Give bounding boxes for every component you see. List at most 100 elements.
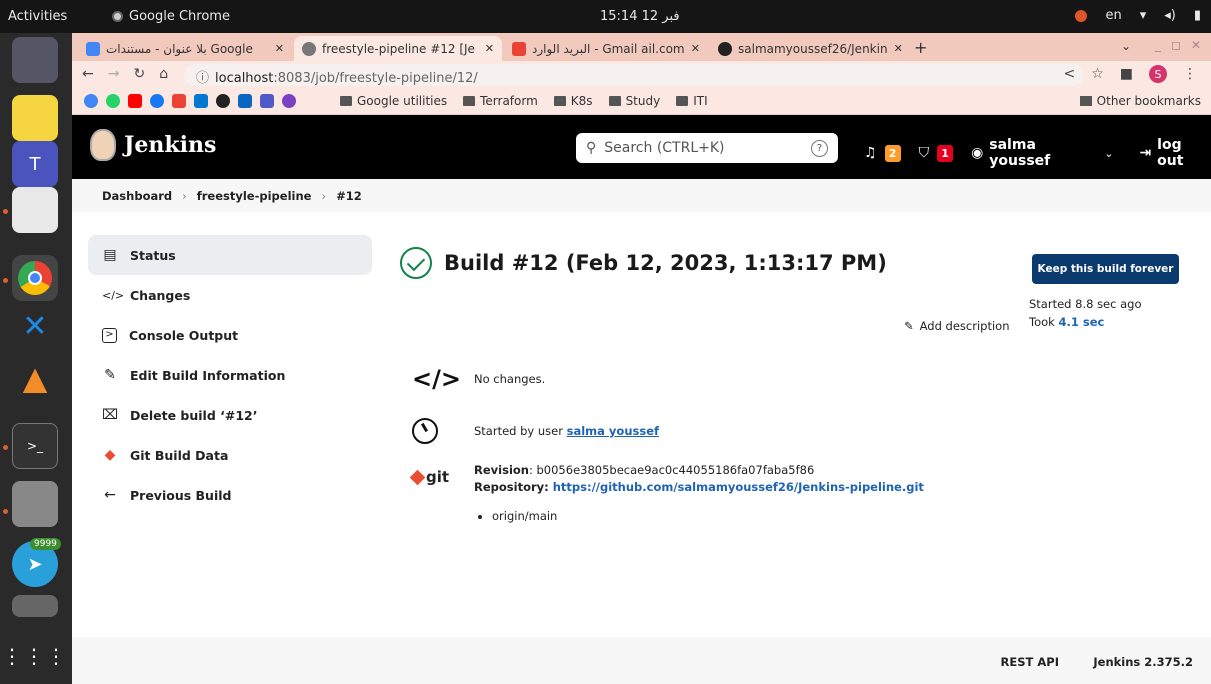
close-icon[interactable]: ✕ bbox=[275, 42, 284, 55]
side-item-console-output[interactable]: > Console Output bbox=[88, 315, 372, 355]
duration-link[interactable]: 4.1 sec bbox=[1058, 315, 1104, 329]
new-tab-button[interactable]: + bbox=[914, 38, 927, 57]
user-menu[interactable]: ◉ salma youssef ⌄ bbox=[971, 137, 1113, 169]
sidepanel-icon[interactable]: ■ bbox=[1120, 66, 1133, 82]
facebook-icon[interactable] bbox=[150, 94, 164, 108]
shield-icon[interactable]: ⛉ bbox=[919, 145, 930, 161]
outlook-icon[interactable] bbox=[194, 94, 208, 108]
bookmark-folder[interactable]: Terraform bbox=[463, 94, 538, 108]
dock-app-icon[interactable] bbox=[12, 37, 58, 83]
home-icon[interactable]: ⌂ bbox=[159, 66, 168, 82]
side-item-edit-build-information[interactable]: ✎ Edit Build Information bbox=[88, 355, 372, 395]
gmail-bookmark-icon[interactable] bbox=[172, 94, 186, 108]
success-check-icon bbox=[400, 247, 432, 279]
folder-icon bbox=[608, 96, 621, 106]
teams-icon[interactable]: T bbox=[12, 141, 58, 187]
bookmark-folder[interactable]: Google utilities bbox=[340, 94, 447, 108]
google-icon[interactable] bbox=[84, 94, 98, 108]
chrome-icon bbox=[112, 11, 123, 22]
bookmark-folder[interactable]: Study bbox=[608, 94, 660, 108]
share-icon[interactable]: < bbox=[1063, 66, 1075, 82]
document-icon: ▤ bbox=[103, 247, 117, 263]
linkedin-icon[interactable] bbox=[238, 94, 252, 108]
other-bookmarks[interactable]: Other bookmarks bbox=[1079, 94, 1201, 108]
youtube-icon[interactable] bbox=[128, 94, 142, 108]
help-icon[interactable]: ? bbox=[811, 139, 828, 157]
bookmark-folder[interactable]: ITI bbox=[676, 94, 708, 108]
side-item-label: Delete build ‘#12’ bbox=[130, 407, 258, 423]
repository-link[interactable]: https://github.com/salmamyoussef26/Jenki… bbox=[553, 480, 924, 494]
add-description-link[interactable]: ✎ Add description bbox=[904, 319, 1010, 333]
maximize-icon[interactable]: ◻ bbox=[1171, 38, 1181, 52]
forward-icon[interactable]: → bbox=[108, 66, 120, 82]
keep-build-forever-button[interactable]: Keep this build forever bbox=[1032, 254, 1179, 284]
side-item-status[interactable]: ▤ Status bbox=[88, 235, 372, 275]
breadcrumb: Dashboard › freestyle-pipeline › #12 bbox=[72, 179, 1211, 212]
logout-link[interactable]: ⇥ log out bbox=[1139, 137, 1211, 169]
rest-api-link[interactable]: REST API bbox=[1001, 655, 1059, 669]
vlc-icon[interactable]: ▲ bbox=[12, 355, 58, 401]
side-item-git-build-data[interactable]: ◆ Git Build Data bbox=[88, 435, 372, 475]
breadcrumb-separator-icon: › bbox=[321, 188, 327, 203]
bookmark-star-icon[interactable]: ☆ bbox=[1091, 66, 1104, 82]
reload-icon[interactable]: ↻ bbox=[133, 66, 145, 82]
breadcrumb-job[interactable]: freestyle-pipeline bbox=[197, 189, 312, 203]
bell-icon[interactable]: ♫ bbox=[864, 145, 877, 161]
bookmark-favicons bbox=[84, 94, 296, 108]
whatsapp-icon[interactable] bbox=[106, 94, 120, 108]
side-item-label: Git Build Data bbox=[130, 447, 229, 463]
jenkins-home-link[interactable]: Jenkins bbox=[90, 129, 216, 161]
system-tray[interactable]: en ▾ ◂) ▮ bbox=[1075, 8, 1201, 23]
folder-icon bbox=[463, 96, 476, 106]
minimize-icon[interactable]: _ bbox=[1155, 38, 1161, 52]
battery-icon: ▮ bbox=[1193, 8, 1201, 23]
notes-icon[interactable] bbox=[12, 95, 58, 141]
dock-app-icon[interactable] bbox=[12, 595, 58, 617]
url-host: localhost bbox=[215, 71, 274, 86]
tab-google-docs[interactable]: بلا عنوان - مستندات Google ✕ bbox=[78, 36, 292, 61]
clock[interactable]: 15:14 12 فبر bbox=[600, 9, 680, 24]
started-by-user-link[interactable]: salma youssef bbox=[567, 424, 659, 438]
bookmark-folder[interactable]: K8s bbox=[553, 94, 593, 108]
security-badge[interactable]: 1 bbox=[937, 144, 954, 162]
app-grid-icon[interactable]: ⋮⋮⋮ bbox=[2, 633, 66, 679]
info-icon[interactable]: ⓘ bbox=[196, 71, 209, 86]
side-item-delete-build[interactable]: ⌧ Delete build ‘#12’ bbox=[88, 395, 372, 435]
terminal-icon[interactable]: >_ bbox=[12, 423, 58, 469]
breadcrumb-dashboard[interactable]: Dashboard bbox=[102, 189, 172, 203]
github-bookmark-icon[interactable] bbox=[216, 94, 230, 108]
tab-jenkins[interactable]: freestyle-pipeline #12 [Je ✕ bbox=[294, 36, 502, 61]
chrome-dock-icon[interactable] bbox=[12, 255, 58, 301]
menu-kebab-icon[interactable]: ⋮ bbox=[1183, 66, 1197, 82]
bookmark-app-icon[interactable] bbox=[282, 94, 296, 108]
close-icon[interactable]: ✕ bbox=[894, 42, 903, 55]
running-indicator bbox=[3, 209, 8, 214]
folder-icon bbox=[340, 96, 352, 106]
folder-icon bbox=[553, 96, 566, 106]
back-icon[interactable]: ← bbox=[82, 66, 94, 82]
search-input[interactable]: Search (CTRL+K) bbox=[604, 140, 724, 156]
files-icon[interactable] bbox=[12, 481, 58, 527]
activities-button[interactable]: Activities bbox=[8, 9, 67, 24]
url-input[interactable]: ⓘ localhost:8083/job/freestyle-pipeline/1… bbox=[184, 64, 1084, 86]
window-close-icon[interactable]: ✕ bbox=[1191, 38, 1201, 52]
terminal-icon: > bbox=[102, 327, 117, 343]
side-item-changes[interactable]: </> Changes bbox=[88, 275, 372, 315]
jenkins-version-link[interactable]: Jenkins 2.375.2 bbox=[1093, 655, 1193, 669]
profile-avatar[interactable]: S bbox=[1149, 65, 1167, 83]
notifications-badge[interactable]: 2 bbox=[884, 144, 901, 162]
document-viewer-icon[interactable] bbox=[12, 187, 58, 233]
close-icon[interactable]: ✕ bbox=[485, 42, 494, 55]
close-icon[interactable]: ✕ bbox=[691, 42, 700, 55]
tab-github[interactable]: salmamyoussef26/Jenkin ✕ bbox=[710, 36, 906, 61]
side-item-previous-build[interactable]: ← Previous Build bbox=[88, 475, 372, 515]
tab-search-chevron-icon[interactable]: ⌄ bbox=[1121, 39, 1131, 53]
tab-gmail[interactable]: البريد الوارد - Gmail ail.com ✕ bbox=[504, 36, 708, 61]
vscode-icon[interactable]: ✕ bbox=[12, 303, 58, 349]
teams-bookmark-icon[interactable] bbox=[260, 94, 274, 108]
revision-line: Revision: b0056e3805becae9ac0c44055186fa… bbox=[474, 462, 924, 479]
language-indicator[interactable]: en bbox=[1105, 8, 1121, 23]
app-menu[interactable]: Google Chrome bbox=[112, 9, 230, 24]
breadcrumb-build[interactable]: #12 bbox=[336, 189, 362, 203]
search-box[interactable]: ⚲ Search (CTRL+K) ? bbox=[576, 133, 838, 163]
